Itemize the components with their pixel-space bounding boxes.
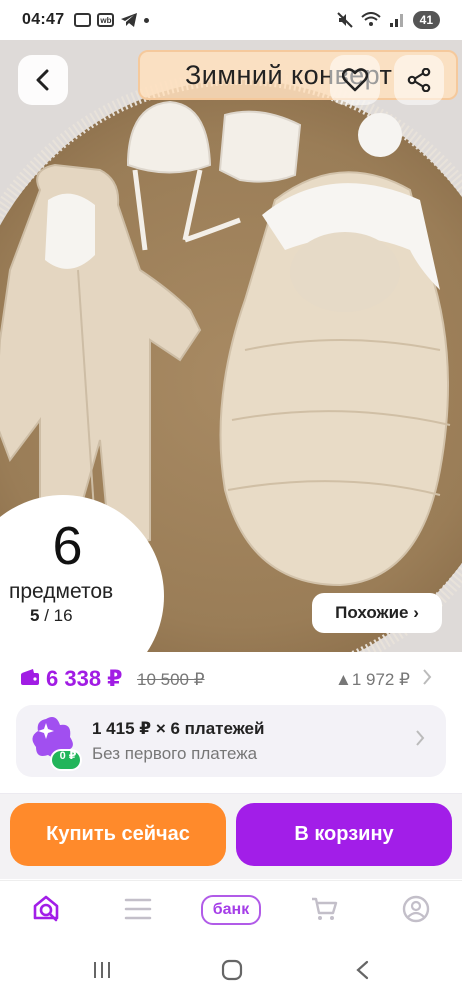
price-change: ▲1 972 ₽: [335, 670, 410, 689]
gallery-page-indicator: 5 / 16: [30, 606, 73, 626]
chevron-right-icon: [416, 730, 425, 746]
mute-icon: [336, 12, 353, 28]
items-count: 6: [52, 516, 83, 576]
wifi-icon: [360, 12, 381, 26]
cart-icon[interactable]: [310, 896, 338, 922]
top-bar: Зимний конверт: [0, 50, 462, 110]
home-button-icon[interactable]: [221, 959, 243, 981]
product-page: 04:47 wb 41 Зимний конверт 6 предметов 5…: [0, 0, 462, 1000]
bottom-tab-bar: банк: [0, 880, 462, 940]
heart-icon: [342, 68, 368, 92]
back-button[interactable]: [18, 55, 68, 105]
purchase-actions: Купить сейчас В корзину: [0, 793, 462, 879]
gallery-page-separator: /: [39, 606, 54, 625]
battery-indicator: 41: [412, 11, 440, 29]
telegram-icon: [121, 13, 138, 27]
system-nav-bar: [0, 940, 462, 1000]
wallet-icon: [21, 669, 39, 685]
favorite-button[interactable]: [330, 55, 380, 105]
gallery-total-pages: 16: [53, 606, 73, 625]
status-time: 04:47: [22, 11, 65, 28]
notification-dot-icon: [144, 17, 150, 23]
add-to-cart-button[interactable]: В корзину: [236, 803, 452, 866]
share-button[interactable]: [394, 55, 444, 105]
installment-subtitle: Без первого платежа: [92, 744, 258, 763]
status-bar: 04:47 wb 41: [0, 0, 462, 40]
old-price: 10 500 ₽: [137, 670, 205, 689]
installment-card[interactable]: 0 ₽ 1 415 ₽ × 6 платежей Без первого пла…: [16, 705, 446, 777]
buy-now-button[interactable]: Купить сейчас: [10, 803, 226, 866]
installment-icon: [32, 717, 82, 771]
installment-badge: 0 ₽: [59, 750, 77, 762]
screenshot-icon: [74, 13, 92, 27]
recent-apps-icon[interactable]: [92, 961, 112, 979]
catalog-menu-icon[interactable]: [124, 898, 152, 920]
profile-icon[interactable]: [402, 895, 430, 923]
signal-icon: [389, 14, 403, 27]
current-price: 6 338 ₽: [46, 666, 123, 691]
share-icon: [407, 68, 431, 92]
bank-tab[interactable]: банк: [201, 895, 261, 925]
chevron-right-icon: [423, 669, 432, 685]
product-gallery[interactable]: Зимний конверт 6 предметов 5 / 16 Похожи…: [0, 40, 462, 652]
back-nav-icon[interactable]: [355, 960, 369, 980]
home-search-icon[interactable]: [32, 893, 62, 923]
installment-title: 1 415 ₽ × 6 платежей: [92, 719, 265, 738]
price-row[interactable]: 6 338 ₽ 10 500 ₽ ▲1 972 ₽: [0, 664, 462, 694]
wb-app-icon: wb: [97, 13, 115, 27]
chevron-left-icon: [36, 69, 49, 91]
items-count-label: предметов: [9, 580, 114, 603]
similar-button[interactable]: Похожие ›: [312, 593, 442, 633]
